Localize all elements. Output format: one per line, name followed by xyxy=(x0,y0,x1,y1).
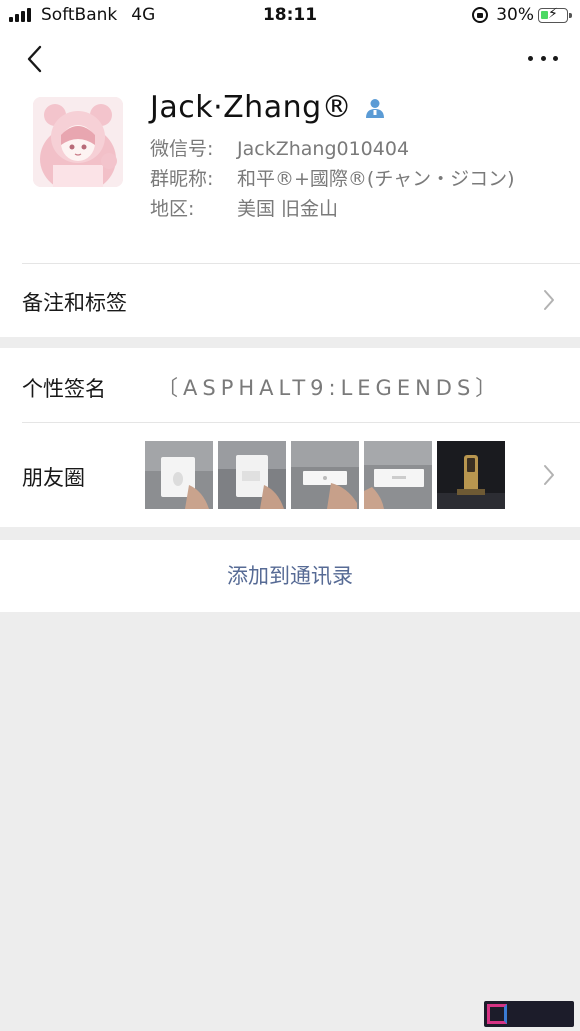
chevron-right-icon xyxy=(544,465,554,485)
carrier-name: SoftBank xyxy=(41,5,118,25)
status-bar: SoftBank 4G 18:11 30% ⚡ xyxy=(0,0,580,30)
detail-card: 个性签名 〔ASPHALT9:LEGENDS〕 朋友圈 xyxy=(0,348,580,527)
rotation-lock-icon xyxy=(472,7,489,23)
charging-icon: ⚡ xyxy=(548,5,558,22)
name-row: Jack·Zhang® xyxy=(150,90,386,125)
profile-card: Jack·Zhang® 微信号: JackZhang010404 群昵称: 和平®+… xyxy=(0,30,580,337)
signature-value: 〔ASPHALT9:LEGENDS〕 xyxy=(157,376,502,400)
contact-person-icon xyxy=(366,98,385,118)
add-to-contacts-button[interactable]: 添加到通讯录 xyxy=(0,540,580,612)
remark-tags-row[interactable]: 备注和标签 xyxy=(0,263,580,337)
battery-percent: 30% xyxy=(496,5,534,25)
moments-label: 朋友圈 xyxy=(22,466,85,490)
more-dot-icon xyxy=(528,55,533,61)
signal-icon xyxy=(9,8,33,22)
signature-label: 个性签名 xyxy=(22,377,106,401)
status-right: 30% ⚡ xyxy=(472,5,572,25)
moments-photo[interactable] xyxy=(145,441,213,509)
group-nick-label: 群昵称: xyxy=(150,168,214,190)
moments-photo[interactable] xyxy=(437,441,505,509)
group-nick-line: 群昵称: 和平®+國際®(チャン・ジコン) xyxy=(150,164,515,191)
status-left: SoftBank 4G xyxy=(9,5,155,25)
chevron-right-icon xyxy=(544,290,554,310)
back-button[interactable] xyxy=(22,44,52,74)
battery-fill xyxy=(541,10,548,19)
add-contact-card: 添加到通讯录 xyxy=(0,540,580,612)
avatar[interactable] xyxy=(33,97,123,187)
more-dot-icon xyxy=(553,55,558,61)
region-line: 地区: 美国 旧金山 xyxy=(150,194,338,221)
profile-name: Jack·Zhang® xyxy=(150,90,353,125)
moments-photo[interactable] xyxy=(364,441,432,509)
remark-tags-label: 备注和标签 xyxy=(22,291,127,315)
group-nick-value: 和平®+國際®(チャン・ジコン) xyxy=(237,168,515,190)
watermark-logo xyxy=(484,1001,574,1027)
more-button[interactable] xyxy=(528,50,558,66)
region-value: 美国 旧金山 xyxy=(237,198,339,220)
watermark-logo-icon xyxy=(487,1004,507,1024)
moments-thumbnails[interactable] xyxy=(145,441,510,509)
avatar-image xyxy=(33,97,123,187)
region-label: 地区: xyxy=(150,198,195,220)
wechat-id-label: 微信号: xyxy=(150,138,214,160)
wechat-id-value: JackZhang010404 xyxy=(237,138,410,160)
moments-photo[interactable] xyxy=(218,441,286,509)
wechat-id-line: 微信号: JackZhang010404 xyxy=(150,134,409,161)
battery-icon: ⚡ xyxy=(538,5,572,23)
moments-photo[interactable] xyxy=(291,441,359,509)
network-type: 4G xyxy=(131,5,156,25)
more-dot-icon xyxy=(540,55,546,61)
back-arrow-icon xyxy=(27,45,42,73)
